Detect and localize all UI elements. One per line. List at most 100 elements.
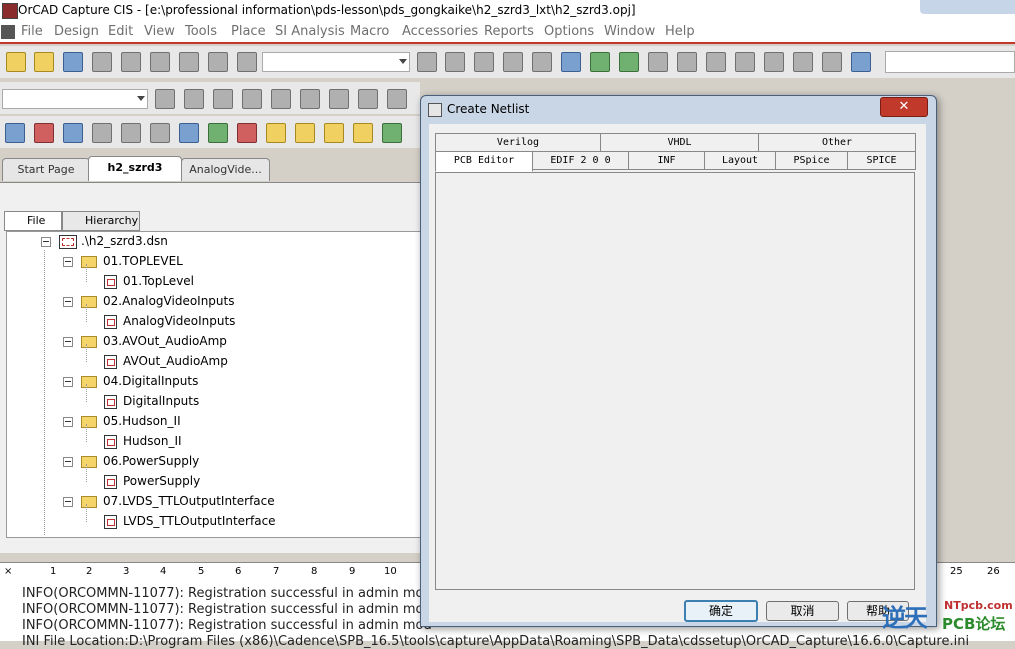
tab-start-page[interactable]: Start Page: [2, 158, 90, 181]
search-part-icon[interactable]: [179, 123, 199, 143]
open-icon[interactable]: [34, 52, 54, 72]
menu-options[interactable]: Options: [544, 24, 594, 39]
undo-icon[interactable]: [208, 52, 228, 72]
tab-layout[interactable]: Layout: [704, 151, 776, 170]
drag-icon[interactable]: [793, 52, 813, 72]
edit-profile-icon[interactable]: [184, 89, 204, 109]
folder-label: 07.LVDS_TTLOutputInterface: [103, 494, 275, 508]
run-icon[interactable]: [213, 89, 233, 109]
collapse-icon[interactable]: [63, 377, 73, 387]
collapse-icon[interactable]: [63, 297, 73, 307]
edit-icon[interactable]: [324, 123, 344, 143]
cis-db-icon[interactable]: [34, 123, 54, 143]
tab-edif[interactable]: EDIF 2 0 0: [532, 151, 629, 170]
bom-icon[interactable]: [706, 52, 726, 72]
collapse-icon[interactable]: [63, 257, 73, 267]
tab-vhdl[interactable]: VHDL: [600, 133, 759, 152]
annotate-icon[interactable]: [590, 52, 610, 72]
part-props-icon[interactable]: [92, 123, 112, 143]
print-icon[interactable]: [92, 52, 112, 72]
ruler-tick: 9: [349, 566, 356, 577]
help-icon[interactable]: [851, 52, 871, 72]
page-label: AnalogVideoInputs: [123, 314, 236, 328]
current-probe-icon[interactable]: [329, 89, 349, 109]
view-results-icon[interactable]: [242, 89, 262, 109]
area-select-icon[interactable]: [764, 52, 784, 72]
cut-icon[interactable]: [121, 52, 141, 72]
zoom-in-icon[interactable]: [417, 52, 437, 72]
check-icon[interactable]: [295, 123, 315, 143]
eye-icon[interactable]: [532, 52, 552, 72]
ntpcb-watermark-logo: 逆天 NTpcb.com PCB论坛: [882, 596, 1015, 641]
menu-edit[interactable]: Edit: [108, 24, 133, 39]
collapse-icon[interactable]: [63, 457, 73, 467]
menu-tools[interactable]: Tools: [185, 24, 217, 39]
menu-help[interactable]: Help: [665, 24, 695, 39]
voltage-icon[interactable]: [387, 89, 407, 109]
diff-probe-icon[interactable]: [300, 89, 320, 109]
netlist-icon[interactable]: [648, 52, 668, 72]
tab-analogvideo[interactable]: AnalogVide...: [181, 158, 270, 181]
probe-icon[interactable]: [271, 89, 291, 109]
drc-icon[interactable]: [619, 52, 639, 72]
pin-icon[interactable]: [121, 123, 141, 143]
collapse-icon[interactable]: [63, 497, 73, 507]
cross-ref-icon[interactable]: [677, 52, 697, 72]
tab-inf[interactable]: INF: [628, 151, 705, 170]
menu-window[interactable]: Window: [604, 24, 655, 39]
tab-project[interactable]: h2_szrd3: [88, 156, 182, 181]
search-input[interactable]: [885, 51, 1015, 73]
menu-view[interactable]: View: [144, 24, 175, 39]
forward-icon[interactable]: [382, 123, 402, 143]
menu-reports[interactable]: Reports: [484, 24, 534, 39]
document-menu-icon[interactable]: [1, 25, 15, 39]
zoom-out-icon[interactable]: [445, 52, 465, 72]
tab-pcb-editor[interactable]: PCB Editor: [435, 151, 533, 172]
menu-accessories[interactable]: Accessories: [402, 24, 478, 39]
new-icon[interactable]: [6, 52, 26, 72]
link-part-icon[interactable]: [63, 123, 83, 143]
paste-icon[interactable]: [179, 52, 199, 72]
tab-hierarchy[interactable]: Hierarchy: [62, 211, 140, 231]
menu-design[interactable]: Design: [54, 24, 99, 39]
menu-macro[interactable]: Macro: [350, 24, 389, 39]
window-controls[interactable]: [920, 0, 1015, 14]
tab-other[interactable]: Other: [758, 133, 916, 152]
cart-icon[interactable]: [237, 123, 257, 143]
ruler-tick: 26: [987, 566, 1000, 577]
schematic-page-icon: [104, 394, 117, 409]
snap-grid-icon[interactable]: [735, 52, 755, 72]
part-search-combo[interactable]: [262, 52, 410, 72]
simulation-profile-combo[interactable]: [2, 89, 148, 109]
collapse-icon[interactable]: [63, 417, 73, 427]
cis-icon[interactable]: [5, 123, 25, 143]
close-button[interactable]: ✕: [880, 97, 928, 117]
new-profile-icon[interactable]: [155, 89, 175, 109]
power-probe-icon[interactable]: [358, 89, 378, 109]
cancel-button[interactable]: 取消: [766, 601, 839, 621]
help-query-icon[interactable]: [561, 52, 581, 72]
ok-button[interactable]: 确定: [684, 600, 758, 622]
menu-file[interactable]: File: [21, 24, 43, 39]
tree-icon[interactable]: [822, 52, 842, 72]
export-icon[interactable]: [208, 123, 228, 143]
part-manager-icon[interactable]: [266, 123, 286, 143]
copy-icon[interactable]: [150, 52, 170, 72]
window-title: OrCAD Capture CIS - [e:\professional inf…: [18, 3, 636, 17]
tab-file[interactable]: File: [4, 211, 62, 231]
tab-pspice[interactable]: PSpice: [775, 151, 848, 170]
tree-guide: [86, 424, 87, 442]
log-line: INFO(ORCOMMN-11077): Registration succes…: [22, 618, 432, 633]
tab-spice[interactable]: SPICE: [847, 151, 916, 170]
collapse-icon[interactable]: [41, 237, 51, 247]
zoom-area-icon[interactable]: [474, 52, 494, 72]
collapse-icon[interactable]: [63, 337, 73, 347]
redo-icon[interactable]: [237, 52, 257, 72]
menu-place[interactable]: Place: [231, 24, 266, 39]
save-icon[interactable]: [63, 52, 83, 72]
zoom-all-icon[interactable]: [503, 52, 523, 72]
pencil-icon[interactable]: [353, 123, 373, 143]
tab-verilog[interactable]: Verilog: [435, 133, 601, 152]
bus-icon[interactable]: [150, 123, 170, 143]
menu-si-analysis[interactable]: SI Analysis: [275, 24, 345, 39]
